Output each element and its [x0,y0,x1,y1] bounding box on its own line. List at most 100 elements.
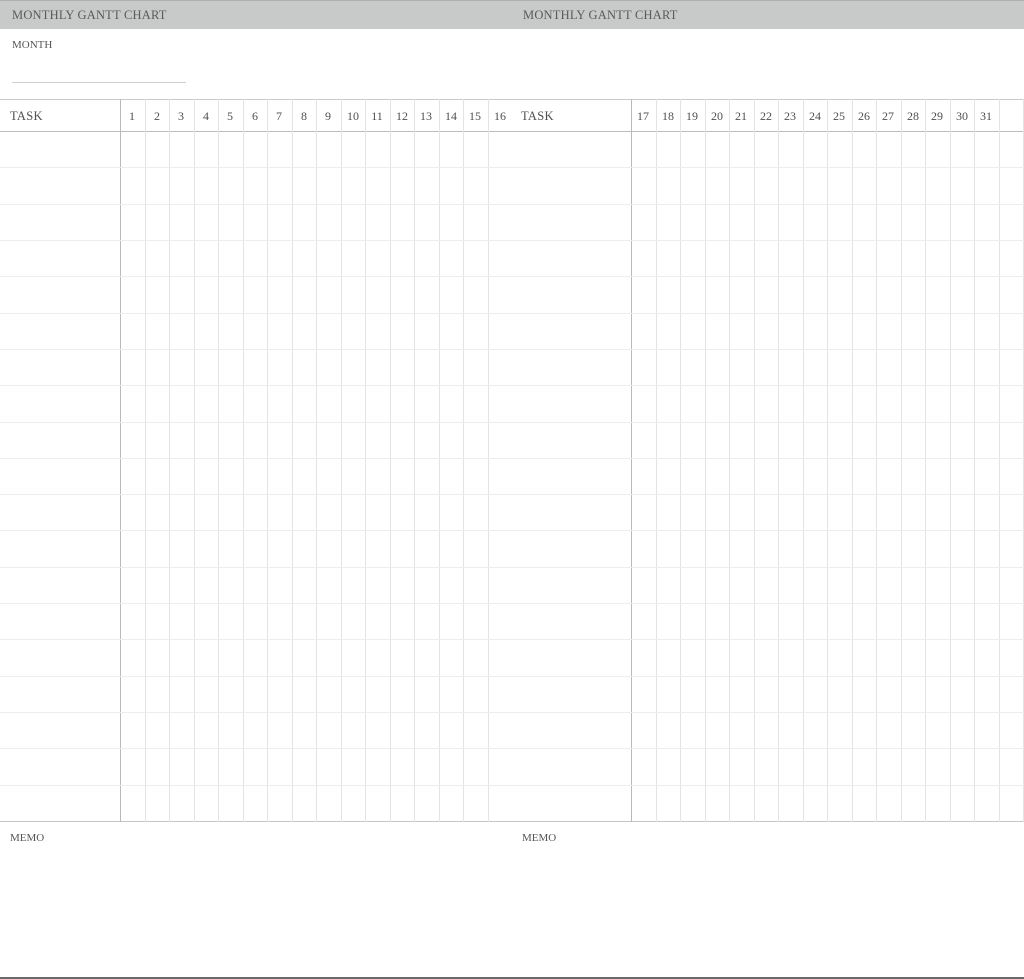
day-column-divider [656,99,657,822]
day-number-20: 20 [711,109,723,123]
day-column-divider [974,99,975,822]
task-row[interactable] [512,785,631,821]
day-number-10: 10 [347,109,359,123]
day-number-13: 13 [420,109,432,123]
task-row[interactable] [512,422,631,458]
day-number-6: 6 [252,109,258,123]
task-row[interactable] [512,748,631,784]
day-number-25: 25 [833,109,845,123]
day-number-11: 11 [371,109,383,123]
memo-label-left: MEMO [10,832,45,844]
grid-bottom-border [0,821,512,822]
task-row[interactable] [512,131,631,167]
task-row[interactable] [0,530,120,566]
day-number-30: 30 [956,109,968,123]
task-row[interactable] [0,131,120,167]
task-row[interactable] [0,458,120,494]
day-number-5: 5 [227,109,233,123]
task-row[interactable] [512,276,631,312]
task-row[interactable] [512,567,631,603]
task-row[interactable] [512,385,631,421]
day-column-divider [439,99,440,822]
day-column-divider [169,99,170,822]
task-row[interactable] [0,603,120,639]
day-column-divider [365,99,366,822]
task-row[interactable] [512,204,631,240]
day-number-2: 2 [154,109,160,123]
day-column-divider [488,99,489,822]
task-row[interactable] [512,313,631,349]
task-row[interactable] [0,748,120,784]
task-row[interactable] [0,494,120,530]
day-number-22: 22 [760,109,772,123]
day-number-17: 17 [637,109,649,123]
task-row[interactable] [0,240,120,276]
day-number-24: 24 [809,109,821,123]
task-row[interactable] [0,167,120,203]
day-column-divider [390,99,391,822]
task-column-header: TASK [521,109,554,123]
day-column-divider [852,99,853,822]
task-row[interactable] [512,603,631,639]
task-row[interactable] [512,458,631,494]
task-row[interactable] [512,712,631,748]
grid-top-border [512,99,1024,100]
day-column-divider [341,99,342,822]
day-number-21: 21 [735,109,747,123]
task-row[interactable] [512,349,631,385]
day-number-28: 28 [907,109,919,123]
task-row[interactable] [0,349,120,385]
day-column-divider [950,99,951,822]
day-column-divider [778,99,779,822]
task-row[interactable] [0,712,120,748]
task-row[interactable] [0,639,120,675]
day-column-divider [194,99,195,822]
day-number-23: 23 [784,109,796,123]
day-column-divider [827,99,828,822]
task-row[interactable] [0,313,120,349]
day-number-19: 19 [686,109,698,123]
task-row[interactable] [0,204,120,240]
day-column-divider [414,99,415,822]
task-row[interactable] [512,494,631,530]
day-number-12: 12 [396,109,408,123]
month-input-line[interactable] [12,82,186,83]
day-column-divider [803,99,804,822]
header-band: MONTHLY GANTT CHART MONTHLY GANTT CHART [0,0,1024,29]
day-column-divider [729,99,730,822]
task-row[interactable] [0,422,120,458]
task-row[interactable] [512,676,631,712]
day-number-31: 31 [980,109,992,123]
month-label: MONTH [12,39,53,51]
day-number-15: 15 [469,109,481,123]
day-number-29: 29 [931,109,943,123]
task-column-header: TASK [10,109,43,123]
day-column-divider [218,99,219,822]
task-row[interactable] [512,240,631,276]
page-title-left: MONTHLY GANTT CHART [12,8,167,22]
gantt-panel-left: TASK 1 2 3 4 5 6 7 8 9 10 11 12 13 14 15 16 [0,99,512,822]
day-number-3: 3 [178,109,184,123]
day-number-18: 18 [662,109,674,123]
task-row[interactable] [512,167,631,203]
day-number-7: 7 [276,109,282,123]
task-row[interactable] [0,385,120,421]
task-row[interactable] [0,276,120,312]
task-row[interactable] [0,676,120,712]
day-number-16: 16 [494,109,506,123]
task-row[interactable] [0,567,120,603]
task-row[interactable] [512,639,631,675]
day-column-divider [925,99,926,822]
task-row[interactable] [0,785,120,821]
page-title-right: MONTHLY GANTT CHART [523,8,678,22]
day-number-8: 8 [301,109,307,123]
day-column-divider [754,99,755,822]
day-column-divider [901,99,902,822]
day-number-27: 27 [882,109,894,123]
memo-label-right: MEMO [522,832,557,844]
day-number-1: 1 [129,109,135,123]
day-column-divider [680,99,681,822]
grid-bottom-border [512,821,1024,822]
day-column-divider [267,99,268,822]
task-row[interactable] [512,530,631,566]
